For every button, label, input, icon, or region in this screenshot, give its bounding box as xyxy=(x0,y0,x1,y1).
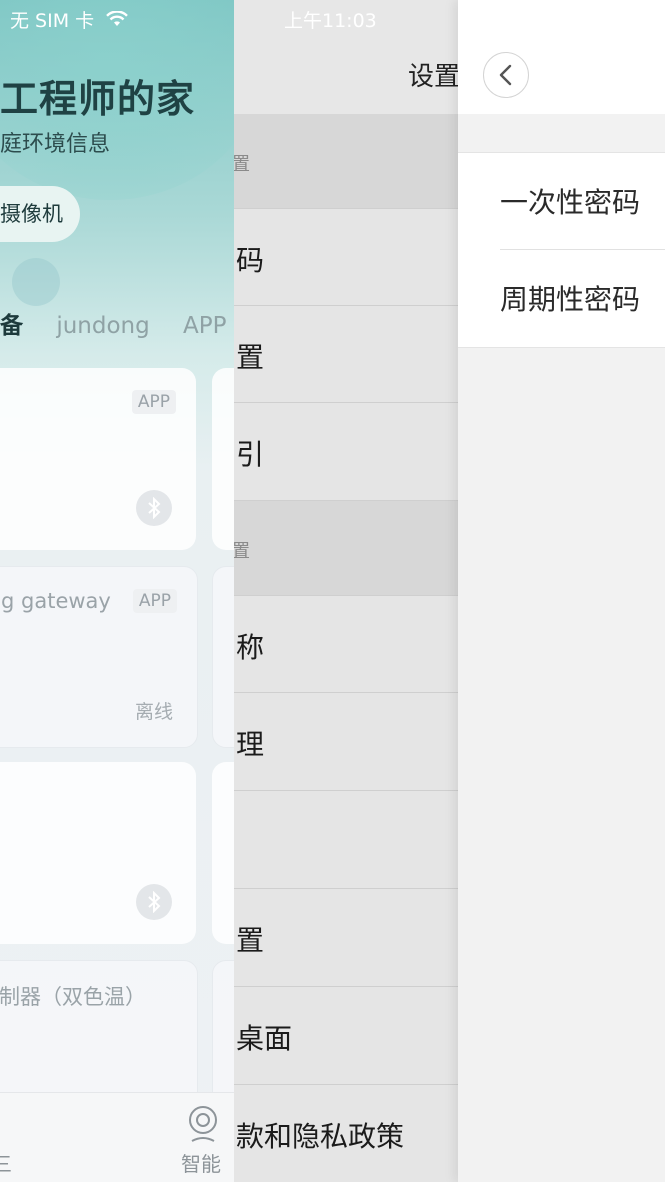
password-panel: 一次性密码 周期性密码 xyxy=(458,0,665,1182)
settings-row[interactable]: 款和隐私政策 xyxy=(234,1085,458,1182)
back-button[interactable] xyxy=(483,52,529,98)
settings-row[interactable]: 码 xyxy=(234,209,458,306)
settings-row[interactable]: 桌面 xyxy=(234,987,458,1085)
device-card[interactable]: APP xyxy=(0,368,196,550)
settings-row[interactable]: 置 xyxy=(234,306,458,403)
home-screen: 无 SIM 卡 工程师的家 庭环境信息 摄像机 备 jundong APP AP… xyxy=(0,0,234,1182)
app-badge: APP xyxy=(132,589,177,613)
settings-row[interactable]: 置 xyxy=(234,889,458,987)
device-card-partial[interactable] xyxy=(212,762,234,944)
wifi-icon xyxy=(106,10,129,32)
home-title: 工程师的家 xyxy=(0,77,196,121)
bluetooth-icon xyxy=(136,884,172,920)
one-time-password-item[interactable]: 一次性密码 xyxy=(500,181,640,221)
periodic-password-item[interactable]: 周期性密码 xyxy=(500,278,640,318)
bottom-nav: 三 智能 xyxy=(0,1092,234,1182)
device-card[interactable]: g gateway APP 离线 xyxy=(0,566,198,748)
camera-button[interactable]: 摄像机 xyxy=(0,186,80,242)
row-label: 码 xyxy=(236,244,265,277)
settings-row[interactable]: 引 xyxy=(234,403,458,501)
settings-title: 设置 xyxy=(407,62,458,92)
panel-header xyxy=(458,0,665,114)
settings-panel: 上午11:03 设置 置 码 置 引 置 称 理 置 桌面 款和隐私政策 xyxy=(234,0,458,1182)
section-label: 置 xyxy=(234,537,250,563)
bluetooth-icon xyxy=(136,490,172,526)
camera-button-label: 摄像机 xyxy=(0,202,63,226)
room-tabs: 备 jundong APP xyxy=(0,306,234,340)
tab-devices[interactable]: 备 xyxy=(0,313,23,339)
nav-home-label[interactable]: 三 xyxy=(0,1148,12,1177)
nav-smart-label[interactable]: 智能 xyxy=(181,1148,221,1177)
status-time: 上午11:03 xyxy=(284,10,377,32)
device-status: 离线 xyxy=(134,701,173,723)
device-name: g gateway xyxy=(1,589,111,613)
device-card-partial[interactable] xyxy=(212,566,234,748)
row-label: 称 xyxy=(236,631,265,664)
smart-icon[interactable] xyxy=(186,1105,220,1149)
settings-section-header: 置 xyxy=(234,114,458,209)
settings-row[interactable]: 称 xyxy=(234,596,458,693)
row-label: 置 xyxy=(236,924,265,957)
home-subtitle: 庭环境信息 xyxy=(0,132,111,157)
carrier-text: 无 SIM 卡 xyxy=(10,10,95,32)
tab-app[interactable]: APP xyxy=(183,313,226,339)
row-label: 理 xyxy=(236,728,265,761)
device-card[interactable] xyxy=(0,762,196,944)
device-card-partial[interactable] xyxy=(212,368,234,550)
settings-row[interactable] xyxy=(234,791,458,889)
row-label: 置 xyxy=(236,341,265,374)
row-label: 引 xyxy=(236,438,265,471)
settings-row[interactable]: 理 xyxy=(234,693,458,791)
tab-jundong[interactable]: jundong xyxy=(56,313,149,339)
password-type-list: 一次性密码 周期性密码 xyxy=(458,152,665,348)
device-name: 制器（双色温） xyxy=(0,985,146,1009)
section-label: 置 xyxy=(234,150,250,176)
app-badge: APP xyxy=(131,390,176,414)
settings-section-header: 置 xyxy=(234,501,458,596)
row-label: 款和隐私政策 xyxy=(236,1120,405,1153)
settings-header: 上午11:03 设置 xyxy=(234,0,458,115)
list-divider xyxy=(500,249,665,250)
row-label: 桌面 xyxy=(236,1022,293,1055)
status-bar-carrier: 无 SIM 卡 xyxy=(10,6,129,33)
